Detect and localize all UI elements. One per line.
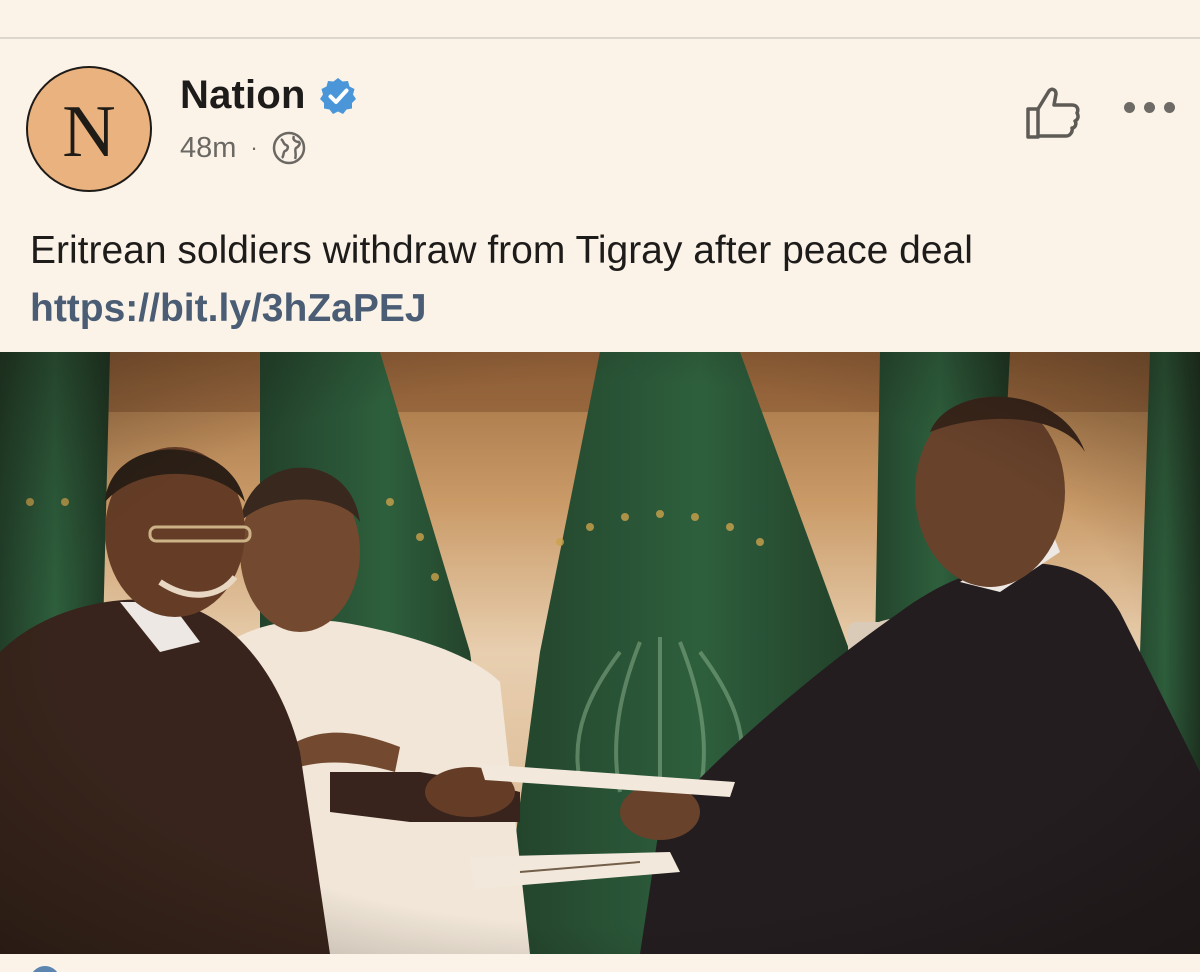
post-header: N Nation 48m · Eritrean soldiers withdra…	[0, 39, 1200, 351]
more-dot	[1164, 101, 1175, 113]
thumbs-up-icon[interactable]	[1024, 85, 1082, 141]
page-name[interactable]: Nation	[180, 73, 306, 118]
post-timestamp[interactable]: 48m	[180, 132, 236, 165]
post-meta: 48m ·	[180, 131, 306, 165]
more-dot	[1144, 101, 1155, 113]
author-row: Nation	[180, 73, 358, 118]
globe-icon	[272, 131, 305, 165]
more-dot	[1124, 101, 1135, 113]
meta-separator: ·	[250, 135, 258, 160]
top-strip	[0, 0, 1200, 39]
verified-badge-icon	[319, 77, 356, 114]
commenter-avatar[interactable]	[30, 966, 60, 972]
post-footer-preview	[0, 954, 1200, 972]
post-text: Eritrean soldiers withdraw from Tigray a…	[30, 229, 973, 272]
post-link[interactable]: https://bit.ly/3hZaPEJ	[30, 282, 427, 336]
page-avatar[interactable]: N	[26, 66, 152, 192]
avatar-letter: N	[62, 91, 116, 173]
photo-illustration	[0, 352, 1200, 954]
post-photo[interactable]	[0, 352, 1200, 954]
more-options-icon[interactable]	[1124, 97, 1176, 117]
